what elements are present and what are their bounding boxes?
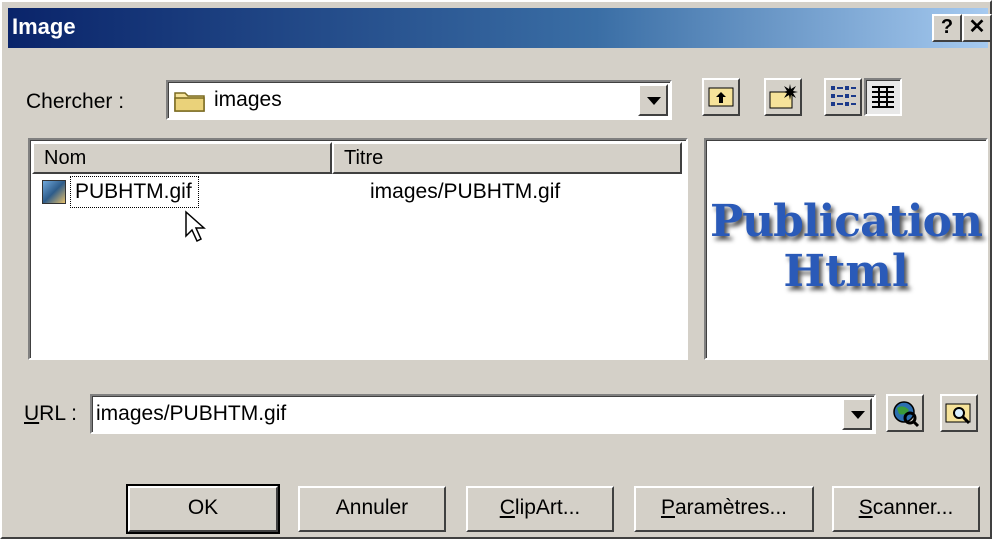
list-view-button[interactable]: [824, 78, 862, 116]
url-combo[interactable]: images/PUBHTM.gif: [90, 394, 876, 434]
url-label: URL :: [24, 402, 77, 425]
preview-line-2: Html: [783, 246, 909, 297]
close-button[interactable]: ✕: [962, 14, 992, 42]
up-folder-button[interactable]: [702, 78, 740, 116]
list-view-icon: [831, 86, 856, 106]
clipart-button[interactable]: ClipArt...: [466, 486, 614, 532]
scanner-button[interactable]: Scanner...: [832, 486, 980, 532]
mouse-cursor-icon: [185, 210, 206, 243]
lookin-value: images: [214, 88, 282, 111]
file-title[interactable]: images/PUBHTM.gif: [370, 180, 560, 204]
folder-icon: [174, 92, 205, 112]
file-name[interactable]: PUBHTM.gif: [70, 176, 199, 208]
new-folder-icon: [769, 84, 798, 109]
image-preview: Publication Html: [704, 138, 988, 360]
file-list[interactable]: Nom Titre PUBHTM.gif images/PUBHTM.gif: [28, 138, 688, 360]
image-dialog: Image ? ✕ Chercher : images Nom Titre PU…: [0, 0, 992, 539]
cancel-button[interactable]: Annuler: [298, 486, 446, 532]
settings-button[interactable]: Paramètres...: [634, 486, 814, 532]
details-view-button[interactable]: [864, 78, 902, 116]
up-folder-icon: [708, 87, 734, 107]
dialog-title: Image: [12, 14, 76, 39]
browse-web-icon: [893, 401, 920, 428]
browse-web-button[interactable]: [886, 394, 924, 432]
details-view-icon: [872, 86, 894, 108]
lookin-label: Chercher :: [26, 90, 125, 113]
new-folder-button[interactable]: [764, 78, 802, 116]
lookin-combo[interactable]: images: [166, 80, 672, 120]
title-bar: Image ? ✕: [8, 8, 992, 48]
browse-file-icon: [945, 403, 971, 425]
column-header-nom[interactable]: Nom: [32, 142, 332, 174]
chevron-down-icon[interactable]: [638, 84, 668, 116]
browse-file-button[interactable]: [940, 394, 978, 432]
ok-button[interactable]: OK: [126, 484, 280, 534]
gif-file-icon: [42, 180, 66, 204]
help-button[interactable]: ?: [932, 14, 962, 42]
chevron-down-icon[interactable]: [842, 398, 872, 430]
column-header-titre[interactable]: Titre: [332, 142, 682, 174]
url-value[interactable]: images/PUBHTM.gif: [96, 402, 286, 426]
preview-line-1: Publication: [710, 196, 983, 247]
